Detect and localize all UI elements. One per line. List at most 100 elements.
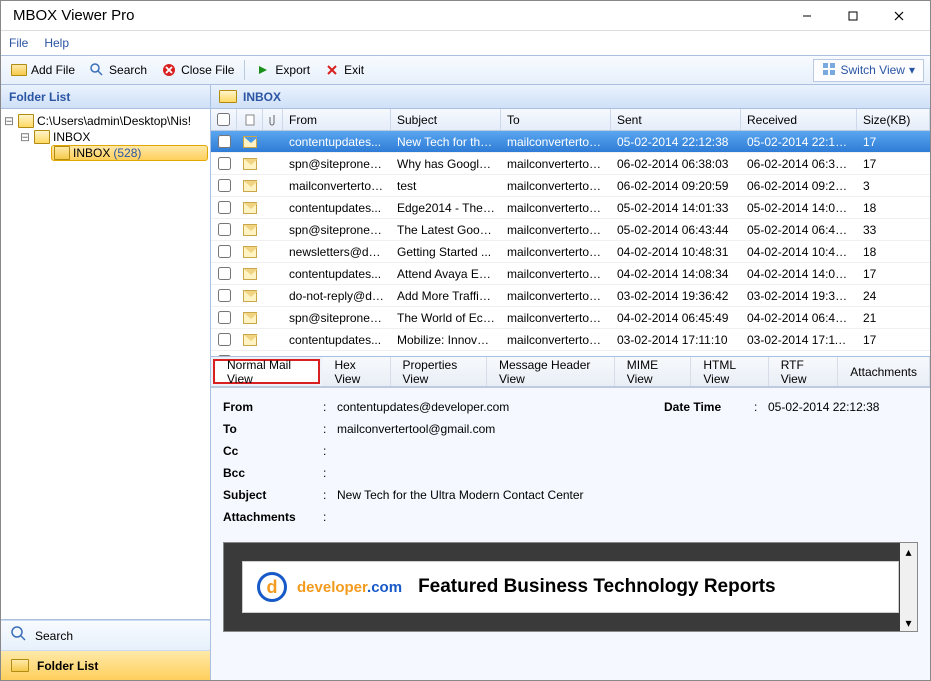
scroll-up-icon[interactable]: ▴ — [900, 543, 917, 560]
collapse-icon[interactable]: ⊟ — [19, 130, 31, 144]
row-from: spn@sitepronew... — [283, 157, 391, 171]
row-checkbox[interactable] — [218, 223, 231, 236]
row-checkbox[interactable] — [218, 135, 231, 148]
row-checkbox[interactable] — [218, 179, 231, 192]
menu-help[interactable]: Help — [44, 36, 69, 50]
toolbar: Add File Search Close File Export Exit S… — [1, 55, 930, 85]
detail-subject-value: New Tech for the Ultra Modern Contact Ce… — [337, 488, 918, 502]
row-sent: 05-02-2014 06:43:44 — [611, 223, 741, 237]
message-row[interactable]: editor@esitesecr...eSiteSecrets.com ...m… — [211, 351, 930, 356]
col-checkbox[interactable] — [211, 109, 237, 130]
message-row[interactable]: newsletters@dev...Getting Started ...mai… — [211, 241, 930, 263]
detail-cc-label: Cc — [223, 444, 323, 458]
select-all-checkbox[interactable] — [217, 113, 230, 126]
tree-inbox-child[interactable]: INBOX (528) — [51, 145, 208, 161]
search-icon — [89, 62, 105, 78]
folder-open-icon — [34, 130, 50, 144]
view-tab-hex-view[interactable]: Hex View — [322, 357, 390, 386]
view-tab-attachments[interactable]: Attachments — [838, 357, 930, 386]
detail-bcc-value — [337, 466, 918, 480]
message-row[interactable]: do-not-reply@de...Add More Traffic ...ma… — [211, 285, 930, 307]
row-sent: 03-02-2014 19:36:42 — [611, 289, 741, 303]
message-row[interactable]: spn@sitepronew...The Latest Googl...mail… — [211, 219, 930, 241]
add-file-button[interactable]: Add File — [7, 60, 79, 80]
view-tab-mime-view[interactable]: MIME View — [615, 357, 692, 386]
row-checkbox[interactable] — [218, 201, 231, 214]
developer-brand: developer.com — [297, 579, 402, 596]
collapse-icon[interactable]: ⊟ — [3, 114, 15, 128]
left-tab-folderlist[interactable]: Folder List — [1, 650, 210, 680]
window-controls — [784, 1, 922, 31]
envelope-icon — [243, 158, 257, 170]
detail-cc-row: Cc: — [223, 440, 918, 462]
export-label: Export — [275, 63, 310, 77]
row-checkbox[interactable] — [218, 289, 231, 302]
export-button[interactable]: Export — [251, 60, 314, 80]
col-size[interactable]: Size(KB) — [857, 109, 930, 130]
message-row[interactable]: contentupdates...Attend Avaya Evo...mail… — [211, 263, 930, 285]
col-sent[interactable]: Sent — [611, 109, 741, 130]
message-row[interactable]: mailconvertertool...testmailconvertertoo… — [211, 175, 930, 197]
left-nav-tabs: Search Folder List — [1, 619, 210, 680]
grid-icon — [822, 62, 836, 79]
inbox-header: INBOX — [211, 85, 930, 109]
view-tab-rtf-view[interactable]: RTF View — [769, 357, 839, 386]
row-size: 3 — [857, 179, 930, 193]
row-sent: 06-02-2014 09:20:59 — [611, 179, 741, 193]
row-checkbox[interactable] — [218, 333, 231, 346]
row-received: 05-02-2014 14:01:... — [741, 201, 857, 215]
message-row[interactable]: contentupdates...New Tech for the ...mai… — [211, 131, 930, 153]
row-received: 06-02-2014 09:20:... — [741, 179, 857, 193]
close-button[interactable] — [876, 1, 922, 31]
col-from[interactable]: From — [283, 109, 391, 130]
scroll-down-icon[interactable]: ▾ — [900, 614, 917, 631]
view-tab-normal-mail-view[interactable]: Normal Mail View — [213, 359, 320, 384]
envelope-icon — [243, 224, 257, 236]
message-row[interactable]: contentupdates...Mobilize: Innovat...mai… — [211, 329, 930, 351]
row-checkbox[interactable] — [218, 355, 231, 356]
left-tab-search[interactable]: Search — [1, 620, 210, 650]
menu-file[interactable]: File — [9, 36, 28, 50]
row-sent: 03-02-2014 17:11:10 — [611, 333, 741, 347]
message-row[interactable]: spn@sitepronew...Why has Google ...mailc… — [211, 153, 930, 175]
minimize-button[interactable] — [784, 1, 830, 31]
envelope-icon — [243, 334, 257, 346]
grid-body[interactable]: contentupdates...New Tech for the ...mai… — [211, 131, 930, 356]
row-subject: Edge2014 - The P... — [391, 201, 501, 215]
row-from: contentupdates... — [283, 135, 391, 149]
tree-inbox[interactable]: ⊟ INBOX — [3, 129, 208, 145]
col-received[interactable]: Received — [741, 109, 857, 130]
folder-open-icon — [219, 90, 237, 103]
maximize-button[interactable] — [830, 1, 876, 31]
row-size: 18 — [857, 201, 930, 215]
message-row[interactable]: contentupdates...Edge2014 - The P...mail… — [211, 197, 930, 219]
view-tab-message-header-view[interactable]: Message Header View — [487, 357, 615, 386]
switch-view-button[interactable]: Switch View ▾ — [813, 59, 924, 82]
envelope-icon — [243, 246, 257, 258]
view-tab-html-view[interactable]: HTML View — [691, 357, 768, 386]
col-to[interactable]: To — [501, 109, 611, 130]
row-checkbox[interactable] — [218, 311, 231, 324]
view-tab-properties-view[interactable]: Properties View — [391, 357, 488, 386]
col-subject[interactable]: Subject — [391, 109, 501, 130]
message-row[interactable]: spn@sitepronew...The World of Eco...mail… — [211, 307, 930, 329]
row-checkbox[interactable] — [218, 245, 231, 258]
tree-root[interactable]: ⊟ C:\Users\admin\Desktop\Nis! — [3, 113, 208, 129]
message-grid: From Subject To Sent Received Size(KB) c… — [211, 109, 930, 357]
close-file-button[interactable]: Close File — [157, 60, 238, 80]
exit-button[interactable]: Exit — [320, 60, 368, 80]
search-button[interactable]: Search — [85, 60, 151, 80]
preview-headline: Featured Business Technology Reports — [418, 576, 776, 598]
preview-scrollbar[interactable]: ▴ ▾ — [900, 543, 917, 631]
row-subject: Getting Started ... — [391, 245, 501, 259]
envelope-icon — [243, 312, 257, 324]
row-sent: 06-02-2014 06:38:03 — [611, 157, 741, 171]
folder-open-icon — [18, 114, 34, 128]
row-to: mailconvertertool... — [501, 157, 611, 171]
row-checkbox[interactable] — [218, 267, 231, 280]
row-checkbox[interactable] — [218, 157, 231, 170]
folder-tree[interactable]: ⊟ C:\Users\admin\Desktop\Nis! ⊟ INBOX IN… — [1, 109, 210, 619]
row-to: mailconvertertool... — [501, 201, 611, 215]
detail-to-label: To — [223, 422, 323, 436]
envelope-icon — [243, 356, 257, 357]
